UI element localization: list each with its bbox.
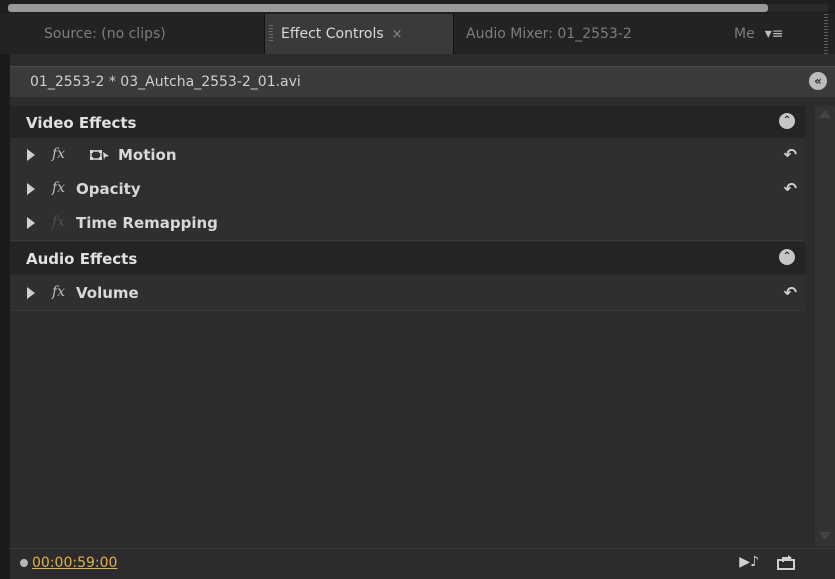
scroll-down-icon[interactable] — [819, 532, 831, 540]
tab-grip-icon[interactable] — [824, 14, 828, 54]
reset-icon[interactable]: ↶ — [784, 283, 797, 302]
timecode-indicator-icon — [20, 559, 28, 567]
tab-source[interactable]: Source: (no clips) — [10, 14, 260, 54]
tab-effect-controls[interactable]: Effect Controls × — [264, 14, 454, 54]
clip-title: 01_2553-2 * 03_Autcha_2553-2_01.avi — [30, 74, 301, 90]
fx-toggle-icon[interactable]: fx — [52, 146, 65, 162]
collapse-section-icon[interactable]: ⌃ — [779, 249, 795, 265]
expand-arrow-icon[interactable] — [27, 149, 35, 161]
clip-header: 01_2553-2 * 03_Autcha_2553-2_01.avi « — [10, 66, 835, 97]
tab-effect-controls-label: Effect Controls — [281, 26, 384, 42]
horizontal-scrollbar-thumb[interactable] — [8, 4, 768, 12]
tab-audio-mixer-label: Audio Mixer: 01_2553-2 — [466, 26, 632, 42]
timecode-display[interactable]: 00:00:59:00 — [32, 555, 117, 571]
effect-row-volume[interactable]: fx Volume ↶ — [10, 276, 805, 311]
panel-tab-bar: Source: (no clips) Effect Controls × Aud… — [0, 14, 835, 54]
tab-metadata[interactable]: Me ▾≡ — [716, 14, 806, 54]
expand-arrow-icon[interactable] — [27, 217, 35, 229]
fx-toggle-icon[interactable]: fx — [52, 284, 65, 300]
effect-controls-panel: 01_2553-2 * 03_Autcha_2553-2_01.avi « Vi… — [10, 54, 835, 579]
scroll-up-icon[interactable] — [819, 110, 831, 118]
effect-row-time-remapping[interactable]: fx Time Remapping — [10, 206, 805, 241]
fx-toggle-icon[interactable]: fx — [52, 180, 65, 196]
fx-toggle-icon: fx — [52, 214, 66, 230]
close-icon[interactable]: × — [392, 27, 403, 42]
expand-arrow-icon[interactable] — [27, 183, 35, 195]
top-strip — [0, 0, 835, 14]
effect-row-opacity[interactable]: fx Opacity ↶ — [10, 172, 805, 207]
reset-icon[interactable]: ↶ — [784, 179, 797, 198]
export-icon[interactable] — [777, 554, 795, 570]
expand-arrow-icon[interactable] — [27, 287, 35, 299]
reset-icon[interactable]: ↶ — [784, 145, 797, 164]
panel-footer: 00:00:59:00 ▶♪ — [10, 548, 835, 579]
video-effects-header: Video Effects ⌃ — [10, 106, 805, 138]
tab-audio-mixer[interactable]: Audio Mixer: 01_2553-2 — [466, 14, 706, 54]
tab-metadata-label: Me — [734, 26, 755, 42]
vertical-scrollbar[interactable] — [815, 106, 835, 546]
transform-icon[interactable] — [90, 149, 110, 161]
effect-label: Motion — [118, 146, 177, 164]
play-audio-icon[interactable]: ▶♪ — [739, 554, 759, 570]
effect-label: Time Remapping — [76, 214, 218, 232]
audio-effects-header: Audio Effects ⌃ — [10, 242, 805, 274]
video-effects-label: Video Effects — [26, 114, 137, 132]
show-hide-timeline-icon[interactable]: « — [809, 72, 827, 90]
tab-grip-icon[interactable] — [269, 25, 273, 43]
collapse-section-icon[interactable]: ⌃ — [779, 113, 795, 129]
effect-label: Volume — [76, 284, 139, 302]
effect-label: Opacity — [76, 180, 141, 198]
panel-menu-icon[interactable]: ▾≡ — [765, 26, 784, 42]
audio-effects-label: Audio Effects — [26, 250, 138, 268]
effect-row-motion[interactable]: fx Motion ↶ — [10, 138, 805, 173]
tab-source-label: Source: (no clips) — [44, 26, 166, 42]
